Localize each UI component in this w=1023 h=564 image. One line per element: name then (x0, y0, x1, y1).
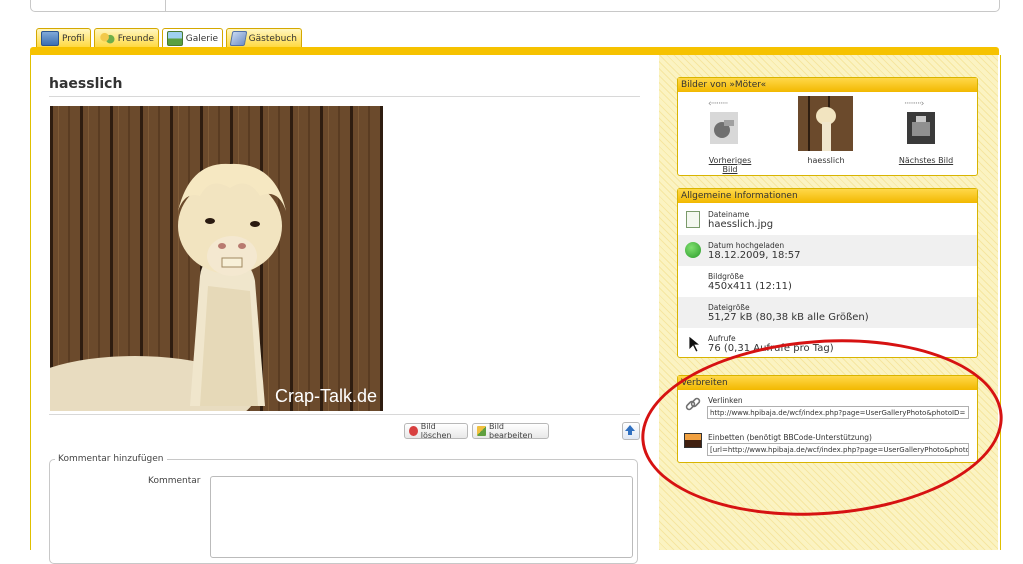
comment-legend: Kommentar hinzufügen (58, 454, 164, 464)
info-row-image-size: Bildgröße 450x411 (12:11) (678, 266, 977, 297)
scroll-top-button[interactable] (622, 422, 640, 440)
delete-icon (409, 426, 418, 436)
next-image-thumbnail[interactable] (907, 112, 935, 144)
info-row-views: Aufrufe 76 (0,31 Aufrufe pro Tag) (678, 328, 977, 359)
edit-image-button[interactable]: Bild bearbeiten (472, 422, 549, 440)
upload-arrow-icon (685, 242, 701, 258)
info-row-upload-date: Datum hochgeladen 18.12.2009, 18:57 (678, 235, 977, 266)
tab-galerie-label: Galerie (185, 33, 218, 44)
tab-underline-bar (30, 47, 999, 55)
info-panel-title: Allgemeine Informationen (678, 189, 977, 203)
document-icon (686, 211, 700, 228)
alpaca-photo-illustration (50, 106, 383, 411)
edit-pencil-icon (477, 426, 486, 436)
guestbook-icon (229, 31, 247, 46)
friends-icon (99, 32, 115, 45)
info-value-views: 76 (0,31 Aufrufe pro Tag) (708, 343, 834, 354)
edit-image-label: Bild bearbeiten (489, 422, 533, 440)
current-image-label: haesslich (807, 156, 845, 165)
prev-image-thumbnail[interactable] (710, 112, 738, 144)
top-header-box (30, 0, 1000, 12)
chain-link-icon (685, 397, 701, 411)
embed-code-field[interactable]: [url=http://www.hpibaja.de/wcf/index.php… (707, 443, 969, 456)
current-image-thumbnail[interactable] (798, 96, 853, 151)
info-value-image-size: 450x411 (12:11) (708, 281, 792, 292)
info-label-file-size: Dateigröße (708, 303, 750, 312)
tab-profil[interactable]: Profil (36, 28, 91, 48)
prev-thumbnail-illustration (710, 112, 738, 144)
comment-textarea[interactable] (210, 476, 633, 558)
comment-label: Kommentar (148, 476, 201, 486)
current-thumbnail-illustration (798, 96, 853, 151)
tab-gaestebuch-label: Gästebuch (248, 33, 297, 44)
prev-image-link[interactable]: Vorheriges Bild (700, 156, 760, 174)
delete-image-button[interactable]: Bild löschen (404, 422, 468, 440)
info-value-filename: haesslich.jpg (708, 219, 774, 230)
profile-card-icon (41, 31, 59, 46)
top-header-divider (165, 0, 166, 11)
info-row-file-size: Dateigröße 51,27 kB (80,38 kB alle Größe… (678, 297, 977, 328)
link-label: Verlinken (708, 396, 743, 405)
link-url-field[interactable]: http://www.hpibaja.de/wcf/index.php?page… (707, 406, 969, 419)
info-label-image-size: Bildgröße (708, 272, 744, 281)
tab-gaestebuch[interactable]: Gästebuch (226, 28, 302, 48)
arrow-up-icon (625, 425, 635, 435)
delete-image-label: Bild löschen (420, 422, 452, 440)
page-title: haesslich (49, 76, 123, 92)
info-label-filename: Dateiname (708, 210, 750, 219)
title-divider (49, 96, 640, 97)
gallery-photo[interactable]: Crap-Talk.de (50, 106, 383, 411)
photo-divider (49, 414, 640, 415)
embed-image-icon (684, 433, 702, 448)
info-label-views: Aufrufe (708, 334, 736, 343)
info-panel: Allgemeine Informationen Dateiname haess… (677, 188, 978, 358)
photo-watermark: Crap-Talk.de (274, 386, 377, 406)
next-thumbnail-illustration (907, 112, 935, 144)
prev-arrow-icon[interactable]: ‹········· (708, 99, 728, 109)
embed-label: Einbetten (benötigt BBCode-Unterstützung… (708, 433, 872, 442)
tab-freunde[interactable]: Freunde (94, 28, 159, 48)
info-label-upload-date: Datum hochgeladen (708, 241, 785, 250)
tab-galerie[interactable]: Galerie (162, 28, 223, 48)
info-row-filename: Dateiname haesslich.jpg (678, 204, 977, 235)
info-value-file-size: 51,27 kB (80,38 kB alle Größen) (708, 312, 869, 323)
gallery-icon (167, 31, 183, 46)
images-panel-title: Bilder von »Möter« (678, 78, 977, 92)
next-image-link[interactable]: Nächstes Bild (898, 156, 954, 165)
share-panel-title: Verbreiten (678, 376, 977, 390)
info-value-upload-date: 18.12.2009, 18:57 (708, 250, 801, 261)
next-arrow-icon[interactable]: ·········› (904, 99, 924, 109)
tab-profil-label: Profil (62, 33, 85, 44)
mouse-cursor-icon (688, 335, 702, 353)
tab-freunde-label: Freunde (117, 33, 154, 44)
